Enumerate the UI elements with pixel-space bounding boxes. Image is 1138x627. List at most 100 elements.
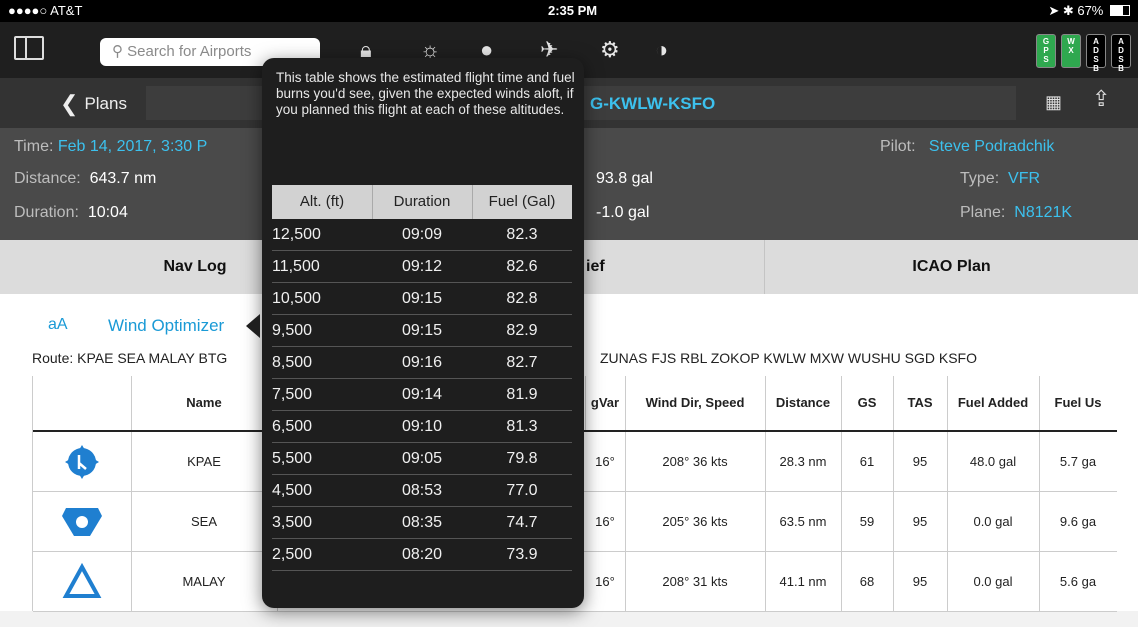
fuel-total: 93.8 gal: [596, 170, 653, 187]
altitude-option[interactable]: 4,500 08:53 77.0: [272, 475, 572, 507]
altitude-cell: 7,500: [272, 386, 313, 403]
altitude-option[interactable]: 9,500 09:15 82.9: [272, 315, 572, 347]
duration-cell: 09:16: [401, 354, 443, 371]
intersection-icon: [33, 552, 132, 611]
col-header-fuel: Fuel (Gal): [488, 193, 556, 210]
fuel-added-cell: 48.0 gal: [947, 432, 1040, 491]
plane-value[interactable]: N8121K: [1014, 204, 1072, 221]
duration-cell: 08:20: [401, 546, 443, 563]
altitude-option[interactable]: 3,500 08:35 74.7: [272, 507, 572, 539]
text-size-button[interactable]: aA: [48, 316, 68, 334]
fuel-added-cell: 0.0 gal: [947, 492, 1040, 551]
altitude-cell: 12,500: [272, 226, 321, 243]
col-header-wind: Wind Dir, Speed: [625, 376, 766, 430]
airport-icon: [33, 432, 132, 491]
altitude-option[interactable]: 11,500 09:12 82.6: [272, 251, 572, 283]
altitude-option[interactable]: 10,500 09:15 82.8: [272, 283, 572, 315]
adsb-badge[interactable]: ADSB: [1086, 34, 1106, 73]
col-header-magvar: gVar: [585, 376, 626, 430]
col-header-altitude: Alt. (ft): [272, 185, 373, 219]
duration-cell: 08:53: [401, 482, 443, 499]
fuel-cell: 81.3: [506, 418, 538, 435]
altitude-cell: 4,500: [272, 482, 313, 499]
altitude-table-header: Alt. (ft) Duration Fuel (Gal): [272, 185, 572, 219]
share-icon[interactable]: ⇪: [1092, 86, 1110, 112]
chevron-left-icon: ❮: [60, 91, 79, 116]
popover-description: This table shows the estimated flight ti…: [276, 70, 575, 117]
distance-cell: 63.5 nm: [765, 492, 842, 551]
contrast-icon[interactable]: ◑: [655, 37, 668, 63]
tas-cell: 95: [893, 432, 948, 491]
wx-badge[interactable]: WX: [1061, 34, 1081, 68]
fuel-cell: 82.9: [506, 322, 538, 339]
tab-icao-plan[interactable]: ICAO Plan: [765, 240, 1138, 294]
fuel-cell: 82.8: [506, 290, 538, 307]
duration-cell: 09:15: [401, 290, 443, 307]
tas-cell: 95: [893, 552, 948, 611]
altitude-option[interactable]: 7,500 09:14 81.9: [272, 379, 572, 411]
fuel-used-cell: 9.6 ga: [1059, 514, 1097, 529]
duration-cell: 08:35: [401, 514, 443, 531]
duration-cell: 09:15: [401, 322, 443, 339]
altitude-option[interactable]: 8,500 09:16 82.7: [272, 347, 572, 379]
magvar-cell: 16°: [585, 552, 626, 611]
fuel-used-cell: 5.7 ga: [1059, 454, 1097, 469]
fuel-used-cell: 5.6 ga: [1059, 574, 1097, 589]
duration-cell: 09:12: [401, 258, 443, 275]
col-header-name: Name: [131, 376, 278, 430]
gs-cell: 59: [841, 492, 894, 551]
fuel-cell: 77.0: [506, 482, 538, 499]
popover-arrow: [246, 314, 260, 338]
type-value[interactable]: VFR: [1008, 170, 1040, 187]
duration-cell: 09:10: [401, 418, 443, 435]
col-header-distance: Distance: [765, 376, 842, 430]
col-header-fuel-used: Fuel Us: [1054, 395, 1102, 410]
back-button[interactable]: ❮ Plans: [60, 91, 127, 117]
waypoint-name: MALAY: [131, 552, 278, 611]
fuel-cell: 81.9: [506, 386, 538, 403]
status-bar: ●●●●○ AT&T 2:35 PM ➤ ✱ 67%: [0, 0, 1138, 22]
map-icon[interactable]: ▦: [1045, 92, 1062, 113]
altitude-cell: 10,500: [272, 290, 321, 307]
gps-badge[interactable]: GPS: [1036, 34, 1056, 68]
altitude-option[interactable]: 2,500 08:20 73.9: [272, 539, 572, 571]
altitude-cell: 8,500: [272, 354, 313, 371]
battery-level: ➤ ✱ 67%: [1048, 3, 1130, 19]
fuel-reserve: -1.0 gal: [596, 204, 650, 221]
sidebar-toggle-button[interactable]: [14, 36, 44, 60]
altitude-option[interactable]: 6,500 09:10 81.3: [272, 411, 572, 443]
time-row: Time: Feb 14, 2017, 3:30 P: [14, 138, 208, 155]
gs-cell: 68: [841, 552, 894, 611]
plane-row: Plane: N8121K: [960, 204, 1073, 221]
route-text-continued: ZUNAS FJS RBL ZOKOP KWLW MXW WUSHU SGD K…: [600, 350, 977, 366]
wind-optimizer-popover: This table shows the estimated flight ti…: [262, 58, 584, 608]
fuel-cell: 82.7: [506, 354, 538, 371]
time-value[interactable]: Feb 14, 2017, 3:30 P: [58, 138, 207, 155]
search-icon: ⚲: [112, 43, 128, 60]
fuel-added-cell: 0.0 gal: [947, 552, 1040, 611]
distance-cell: 41.1 nm: [765, 552, 842, 611]
col-header-duration: Duration: [372, 185, 473, 219]
adsb-badge-2[interactable]: ADSB: [1111, 34, 1131, 73]
col-header-fuel-added: Fuel Added: [947, 376, 1040, 430]
type-row: Type: VFR: [960, 170, 1041, 187]
gear-icon[interactable]: ⚙: [600, 37, 620, 63]
altitude-cell: 5,500: [272, 450, 313, 467]
magvar-cell: 16°: [585, 432, 626, 491]
fuel-cell: 74.7: [506, 514, 538, 531]
pilot-value[interactable]: Steve Podradchik: [929, 138, 1054, 155]
altitude-cell: 9,500: [272, 322, 313, 339]
duration-cell: 09:14: [401, 386, 443, 403]
duration-row: Duration: 10:04: [14, 204, 128, 221]
altitude-option[interactable]: 12,500 09:09 82.3: [272, 219, 572, 251]
clock: 2:35 PM: [548, 3, 598, 18]
gs-cell: 61: [841, 432, 894, 491]
fuel-cell: 82.3: [506, 226, 538, 243]
vor-icon: [33, 492, 132, 551]
altitude-cell: 11,500: [272, 258, 320, 275]
duration-cell: 09:09: [401, 226, 443, 243]
fuel-cell: 79.8: [506, 450, 538, 467]
altitude-option[interactable]: 5,500 09:05 79.8: [272, 443, 572, 475]
wind-optimizer-button[interactable]: Wind Optimizer: [108, 316, 224, 336]
altitude-cell: 6,500: [272, 418, 313, 435]
